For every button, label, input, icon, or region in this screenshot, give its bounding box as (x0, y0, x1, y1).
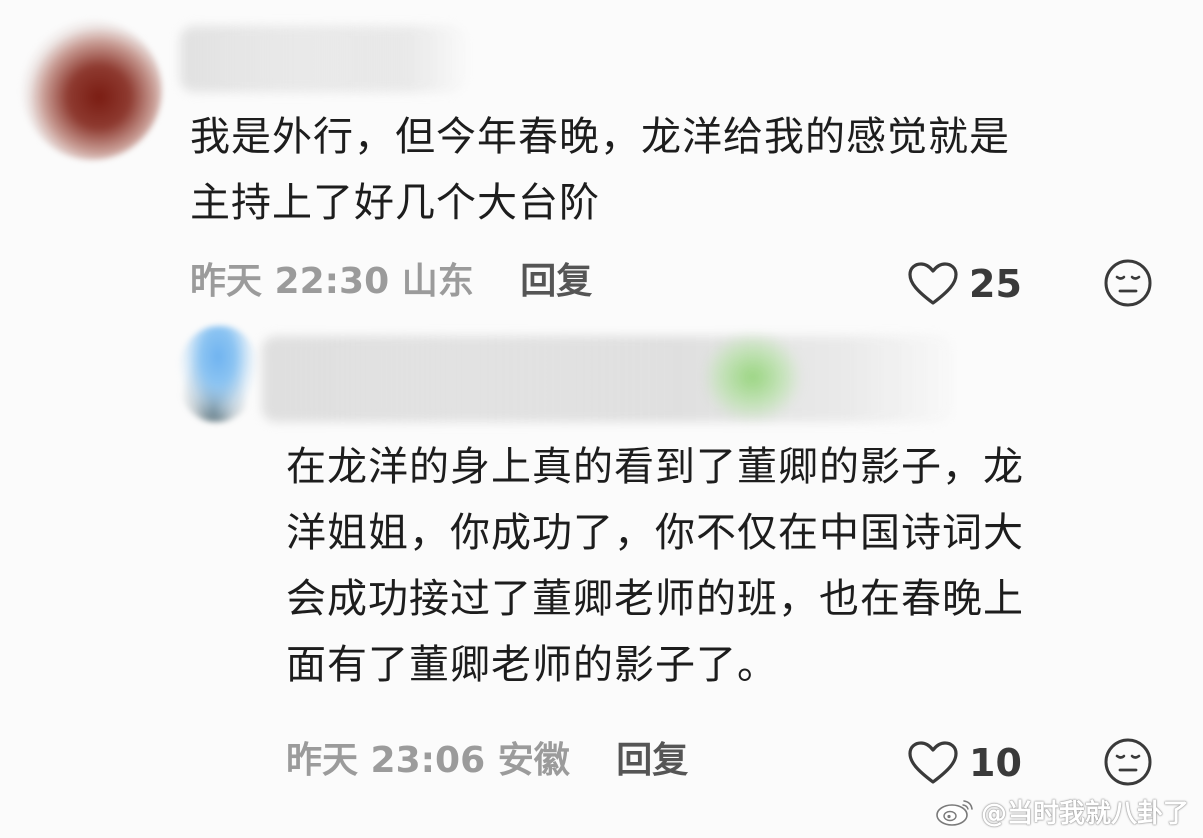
comment-text-line: 主持上了好几个大台阶 (190, 180, 600, 226)
like-count: 25 (969, 262, 1022, 306)
unhappy-face-icon[interactable] (1103, 737, 1153, 787)
comment-text-line: 在龙洋的身上真的看到了董卿的影子，龙 (286, 444, 1024, 490)
watermark-text: @当时我就八卦了 (980, 799, 1189, 829)
comment-time: 昨天 23:06 (286, 740, 486, 781)
like-button[interactable]: 10 (907, 739, 1022, 787)
comment-text: 在龙洋的身上真的看到了董卿的影子，龙 洋姐姐，你成功了，你不仅在中国诗词大 会成… (286, 434, 1166, 698)
reply-button[interactable]: 回复 (520, 261, 592, 302)
username-redacted[interactable] (180, 26, 465, 92)
unhappy-face-icon[interactable] (1103, 258, 1153, 308)
comment-text-line: 洋姐姐，你成功了，你不仅在中国诗词大 (286, 510, 1024, 556)
comment-meta: 昨天 23:06 安徽 回复 (286, 739, 688, 783)
username-redacted[interactable] (262, 336, 952, 422)
reply-button[interactable]: 回复 (616, 740, 688, 781)
avatar[interactable] (22, 20, 162, 160)
like-count: 10 (969, 741, 1022, 785)
comment-text-line: 面有了董卿老师的影子了。 (286, 642, 778, 688)
comment-time: 昨天 22:30 (190, 261, 390, 302)
comment-text: 我是外行，但今年春晚，龙洋给我的感觉就是 主持上了好几个大台阶 (190, 104, 1170, 236)
heart-outline-icon (908, 741, 958, 784)
watermark: @当时我就八卦了 (935, 793, 1189, 830)
comment-meta: 昨天 22:30 山东 回复 (190, 260, 592, 304)
user-badge-redacted (705, 334, 800, 420)
avatar[interactable] (178, 326, 258, 422)
like-button[interactable]: 25 (907, 260, 1022, 308)
weibo-logo-icon (936, 799, 973, 826)
comment-location: 山东 (401, 261, 474, 302)
comment-text-line: 会成功接过了董卿老师的班，也在春晚上 (286, 576, 1024, 622)
comment-thread: 我是外行，但今年春晚，龙洋给我的感觉就是 主持上了好几个大台阶 昨天 22:30… (0, 0, 1203, 838)
comment-location: 安徽 (497, 740, 570, 781)
comment-text-line: 我是外行，但今年春晚，龙洋给我的感觉就是 (190, 114, 1010, 160)
heart-outline-icon (908, 262, 958, 305)
